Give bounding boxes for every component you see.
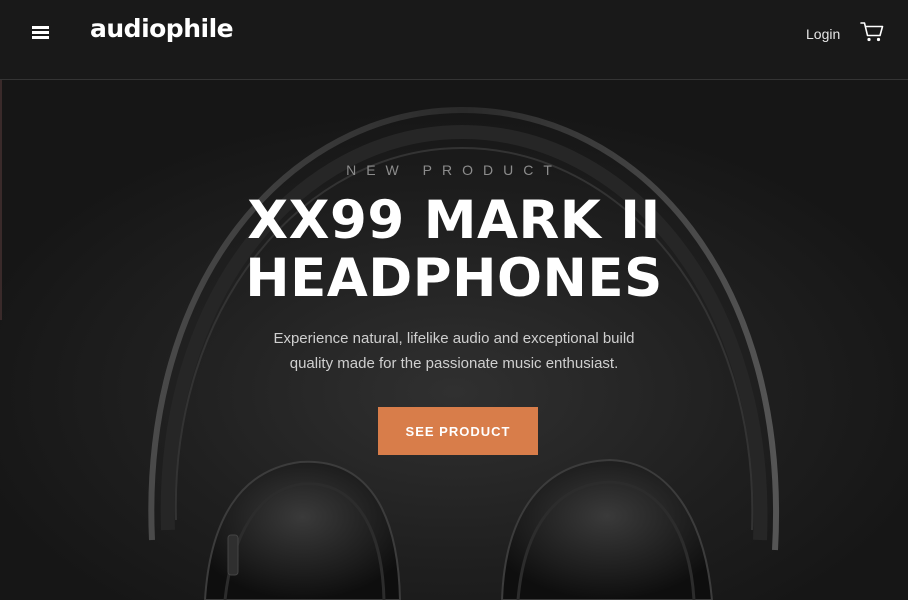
logo[interactable]: audiophile (90, 14, 234, 43)
new-product-label: NEW PRODUCT (346, 162, 562, 178)
cart-icon[interactable] (860, 21, 884, 43)
landing-page: audiophile Login NEW PRODUCT XX99 MARK I… (0, 0, 908, 600)
login-link[interactable]: Login (806, 26, 840, 42)
see-product-button[interactable]: SEE PRODUCT (378, 407, 538, 455)
product-title: XX99 MARK II HEADPHONES (0, 192, 908, 308)
description-line-2: quality made for the passionate music en… (289, 355, 619, 372)
product-description: Experience natural, lifelike audio and e… (254, 326, 654, 376)
menu-bar (32, 36, 49, 39)
hero-section: NEW PRODUCT XX99 MARK II HEADPHONES Expe… (0, 80, 908, 600)
menu-bar (32, 26, 49, 29)
description-line-1: Experience natural, lifelike audio and e… (273, 330, 635, 347)
hamburger-menu-icon[interactable] (32, 24, 49, 40)
title-line-2: HEADPHONES (245, 248, 663, 309)
title-line-1: XX99 MARK II (247, 190, 661, 251)
menu-bar (32, 31, 49, 34)
site-header: audiophile Login (0, 0, 908, 80)
